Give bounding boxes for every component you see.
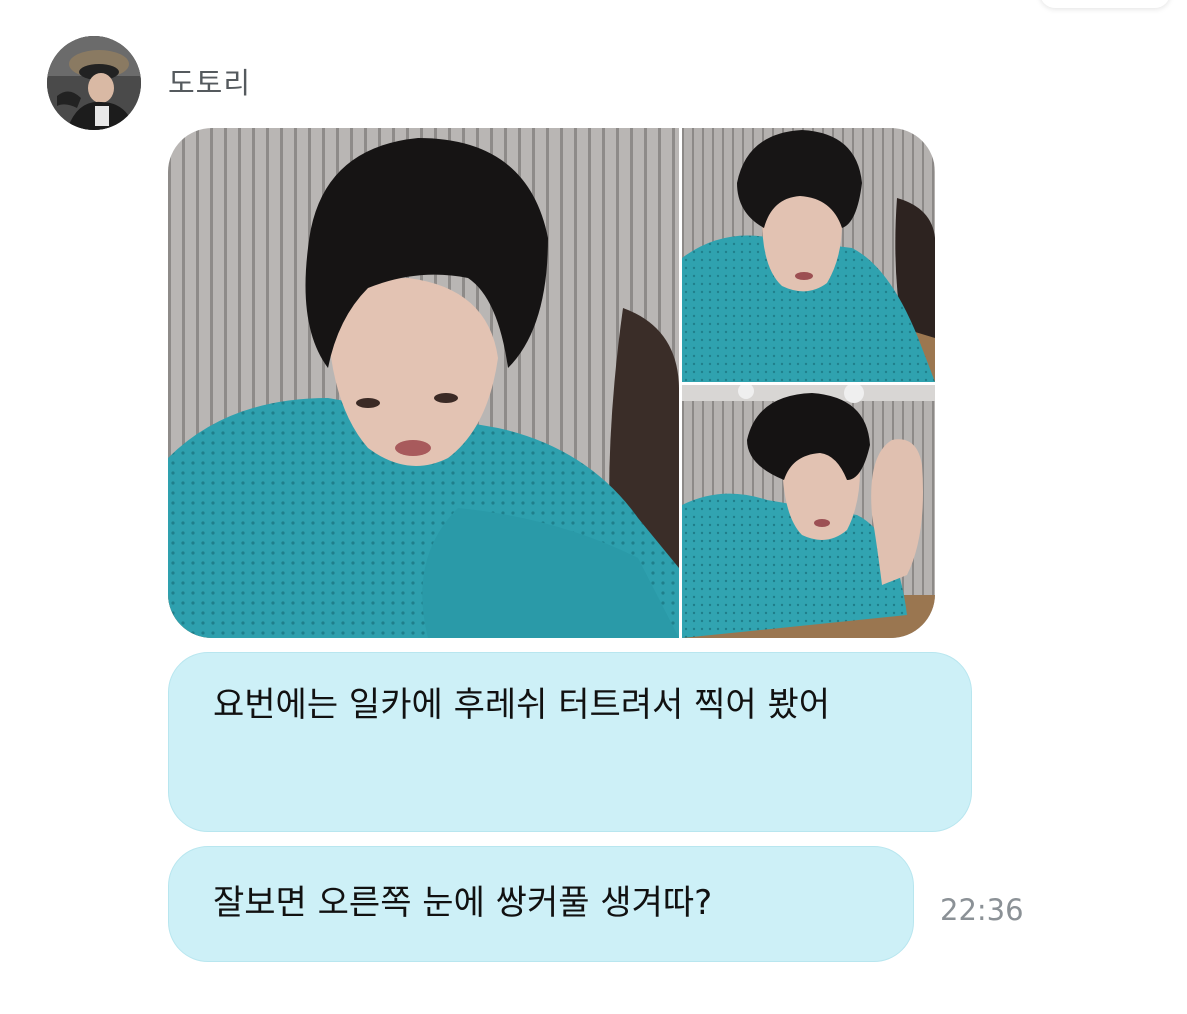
photo-bottom-right[interactable]	[682, 385, 935, 638]
sender-name: 도토리	[168, 66, 252, 100]
message-bubble[interactable]: 요번에는 일카에 후레쉬 터트려서 찍어 봤어	[168, 652, 972, 832]
message-timestamp: 22:36	[940, 893, 1024, 927]
photo-main[interactable]	[168, 128, 679, 638]
top-floating-pill[interactable]	[1040, 0, 1170, 8]
message-bubble[interactable]: 잘보면 오른쪽 눈에 쌍커풀 생겨따?	[168, 846, 914, 962]
message-text: 잘보면 오른쪽 눈에 쌍커풀 생겨따?	[213, 883, 713, 923]
photo-top-right[interactable]	[682, 128, 935, 382]
photo-attachment-grid[interactable]	[168, 128, 935, 638]
sender-avatar[interactable]	[47, 36, 141, 130]
message-text: 요번에는 일카에 후레쉬 터트려서 찍어 봤어	[213, 685, 831, 725]
